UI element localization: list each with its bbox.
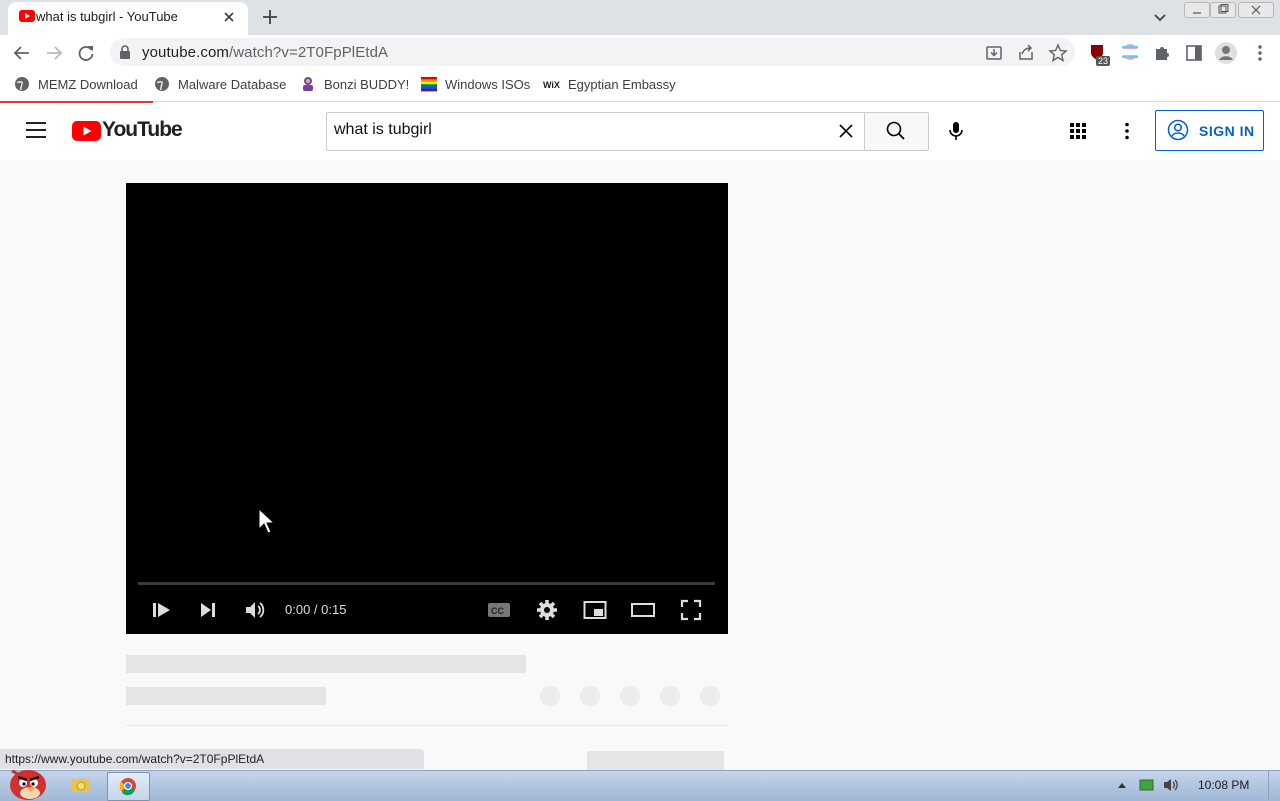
profile-avatar-icon[interactable] xyxy=(1214,41,1238,65)
play-icon[interactable] xyxy=(149,598,173,622)
more-options-icon[interactable] xyxy=(1117,121,1137,141)
bookmark-windows-isos[interactable]: Windows ISOs xyxy=(445,77,530,92)
tab-title: what is tubgirl - YouTube xyxy=(36,9,178,24)
bonzi-icon xyxy=(300,76,316,92)
youtube-logo-text[interactable]: YouTube xyxy=(102,118,183,142)
subscribe-placeholder xyxy=(587,751,724,770)
youtube-favicon-icon xyxy=(19,10,35,22)
account-circle-icon xyxy=(1167,119,1189,141)
rainbow-flag-icon xyxy=(421,76,437,92)
file-explorer-icon[interactable] xyxy=(70,775,92,795)
action-placeholder xyxy=(620,686,640,706)
extensions-puzzle-icon[interactable] xyxy=(1152,43,1172,63)
new-tab-icon[interactable] xyxy=(260,7,280,27)
extension-badge: 23 xyxy=(1096,56,1111,66)
sign-in-label[interactable]: SIGN IN xyxy=(1199,123,1255,139)
svg-text:WiX: WiX xyxy=(543,80,560,90)
globe-icon xyxy=(14,76,30,92)
bookmark-star-icon[interactable] xyxy=(1048,43,1068,63)
install-app-icon[interactable] xyxy=(984,43,1004,63)
youtube-logo-icon[interactable] xyxy=(72,121,101,141)
url-text[interactable]: youtube.com/watch?v=2T0FpPlEtdA xyxy=(142,44,388,61)
video-progress-bar[interactable] xyxy=(138,582,715,585)
tray-expand-icon[interactable] xyxy=(1116,780,1128,790)
close-window-button[interactable] xyxy=(1238,2,1274,18)
link-status-bubble: https://www.youtube.com/watch?v=2T0FpPlE… xyxy=(0,749,424,769)
divider xyxy=(126,725,728,726)
action-placeholder xyxy=(580,686,600,706)
clear-search-icon[interactable] xyxy=(835,120,857,142)
bookmark-egyptian-embassy[interactable]: Egyptian Embassy xyxy=(568,77,676,92)
taskbar xyxy=(0,770,1280,801)
url-path: /watch?v=2T0FpPlEtdA xyxy=(228,44,389,61)
globe-icon xyxy=(154,76,170,92)
speaker-icon[interactable] xyxy=(1162,777,1180,793)
url-host: youtube.com xyxy=(142,44,229,61)
tab-search-icon[interactable] xyxy=(1150,8,1170,28)
show-desktop-button[interactable] xyxy=(1268,771,1280,800)
chrome-menu-icon[interactable] xyxy=(1250,43,1270,63)
lock-icon[interactable] xyxy=(118,44,132,60)
taskbar-clock[interactable]: 10:08 PM xyxy=(1198,778,1249,792)
video-player[interactable] xyxy=(126,183,728,634)
bookmark-bonzi-buddy[interactable]: Bonzi BUDDY! xyxy=(324,77,409,92)
theater-mode-icon[interactable] xyxy=(631,598,655,622)
settings-gear-icon[interactable] xyxy=(535,598,559,622)
next-video-icon[interactable] xyxy=(196,598,220,622)
menu-hamburger-icon[interactable] xyxy=(26,121,46,139)
battery-icon[interactable] xyxy=(1139,778,1155,792)
captions-icon[interactable]: CC xyxy=(487,598,511,622)
reload-icon[interactable] xyxy=(76,43,96,63)
volume-icon[interactable] xyxy=(243,598,267,622)
close-tab-icon[interactable] xyxy=(220,8,238,26)
apps-grid-icon[interactable] xyxy=(1068,121,1088,141)
action-placeholder xyxy=(700,686,720,706)
wix-icon: WiX xyxy=(543,76,563,92)
bookmark-malware-database[interactable]: Malware Database xyxy=(178,77,286,92)
search-query-text[interactable]: what is tubgirl xyxy=(334,121,432,139)
action-placeholder xyxy=(660,686,680,706)
miniplayer-icon[interactable] xyxy=(583,598,607,622)
microphone-icon[interactable] xyxy=(944,119,968,143)
action-placeholder xyxy=(540,686,560,706)
share-icon[interactable] xyxy=(1016,43,1036,63)
taskbar-chrome-button[interactable] xyxy=(107,772,150,801)
back-arrow-icon[interactable] xyxy=(12,43,32,63)
channel-placeholder xyxy=(126,687,326,705)
start-button-angry-bird-icon[interactable] xyxy=(4,763,50,800)
extension-flag-icon[interactable] xyxy=(1121,43,1141,63)
title-placeholder xyxy=(126,655,526,673)
forward-arrow-icon[interactable] xyxy=(44,43,64,63)
mouse-cursor-icon xyxy=(258,508,276,536)
fullscreen-icon[interactable] xyxy=(679,598,703,622)
svg-text:CC: CC xyxy=(491,606,504,616)
video-time: 0:00 / 0:15 xyxy=(285,602,347,617)
minimize-button[interactable] xyxy=(1184,2,1210,18)
bookmark-memz[interactable]: MEMZ Download xyxy=(38,77,138,92)
search-button[interactable] xyxy=(864,112,929,151)
side-panel-icon[interactable] xyxy=(1184,43,1204,63)
restore-button[interactable] xyxy=(1210,2,1236,18)
